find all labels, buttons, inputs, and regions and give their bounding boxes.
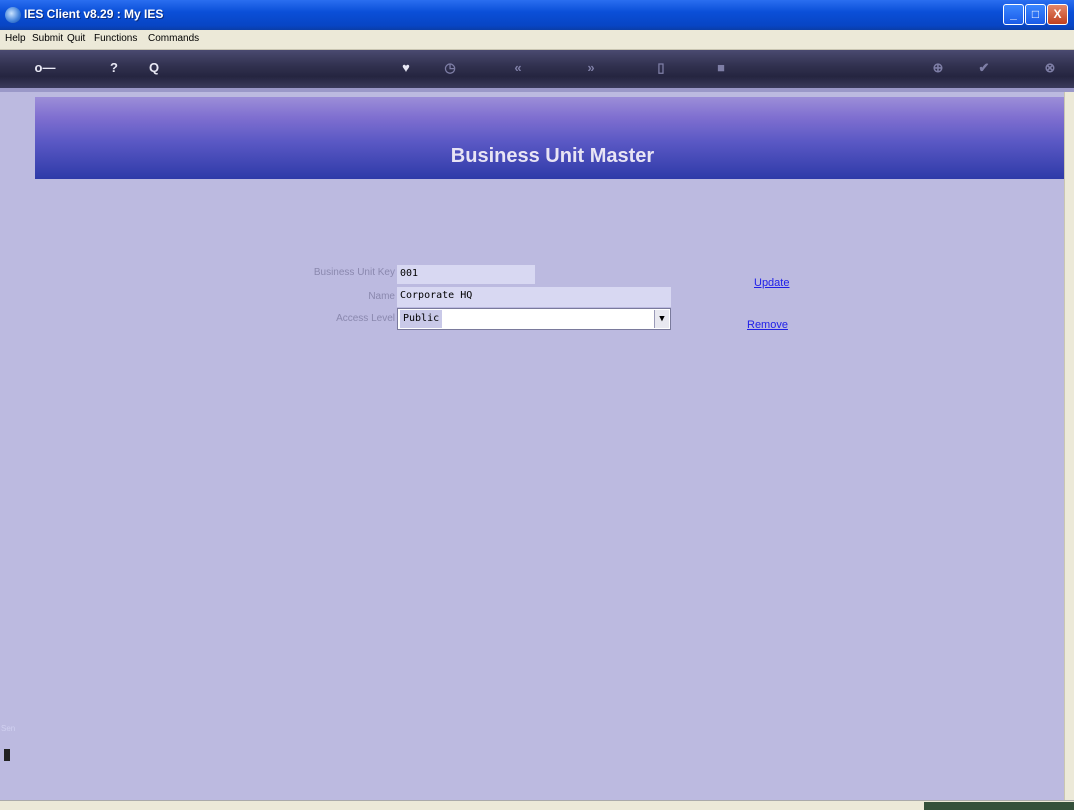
minimize-button[interactable]: _ xyxy=(1003,4,1024,25)
business-unit-key-field[interactable]: 001 xyxy=(397,265,535,284)
close-button[interactable]: X xyxy=(1047,4,1068,25)
access-level-value: Public xyxy=(400,310,443,328)
toolbar-divider xyxy=(0,88,1074,92)
menu-functions[interactable]: Functions xyxy=(94,33,137,44)
menu-quit[interactable]: Quit xyxy=(67,33,85,44)
maximize-button[interactable]: □ xyxy=(1025,4,1046,25)
cancel-icon[interactable]: ⊗ xyxy=(1040,58,1060,78)
back-icon[interactable]: « xyxy=(508,58,528,78)
business-unit-key-label: Business Unit Key xyxy=(313,267,395,278)
app-icon xyxy=(5,7,21,23)
name-label: Name xyxy=(368,291,395,302)
title-bar: IES Client v8.29 : My IES _ □ X xyxy=(0,0,1074,30)
window-title: IES Client v8.29 : My IES xyxy=(24,7,164,21)
heart-icon[interactable]: ♥ xyxy=(396,58,416,78)
copy-icon[interactable]: ▯ xyxy=(651,58,671,78)
forward-icon[interactable]: » xyxy=(581,58,601,78)
menu-bar: Help Submit Quit Functions Commands xyxy=(0,30,1074,50)
vertical-scrollbar[interactable] xyxy=(1064,92,1074,800)
clock-icon[interactable]: ◷ xyxy=(440,58,460,78)
access-level-label: Access Level xyxy=(336,313,395,324)
menu-help[interactable]: Help xyxy=(5,33,26,44)
app-window: IES Client v8.29 : My IES _ □ X Help Sub… xyxy=(0,0,1074,810)
menu-submit[interactable]: Submit xyxy=(32,33,63,44)
page-banner: Business Unit Master xyxy=(35,97,1070,179)
remove-link[interactable]: Remove xyxy=(747,319,788,331)
chevron-down-icon[interactable]: ▼ xyxy=(654,310,669,328)
side-panel-label: Sen xyxy=(1,724,16,733)
key-icon[interactable]: o— xyxy=(30,58,60,78)
name-field[interactable]: Corporate HQ xyxy=(397,287,671,307)
toolbar: o— ? Q ♥ ◷ « » ▯ ■ ⊕ ✔ ⊗ xyxy=(0,50,1074,88)
side-panel: Sen xyxy=(0,720,16,800)
help-icon[interactable]: ? xyxy=(104,58,124,78)
stop-icon[interactable]: ■ xyxy=(711,58,731,78)
update-link[interactable]: Update xyxy=(754,277,789,289)
access-level-select[interactable]: Public ▼ xyxy=(397,308,671,330)
page-title: Business Unit Master xyxy=(450,145,655,167)
document-icon[interactable] xyxy=(4,749,10,761)
confirm-icon[interactable]: ✔ xyxy=(974,58,994,78)
menu-commands[interactable]: Commands xyxy=(148,33,199,44)
add-icon[interactable]: ⊕ xyxy=(928,58,948,78)
search-icon[interactable]: Q xyxy=(144,58,164,78)
